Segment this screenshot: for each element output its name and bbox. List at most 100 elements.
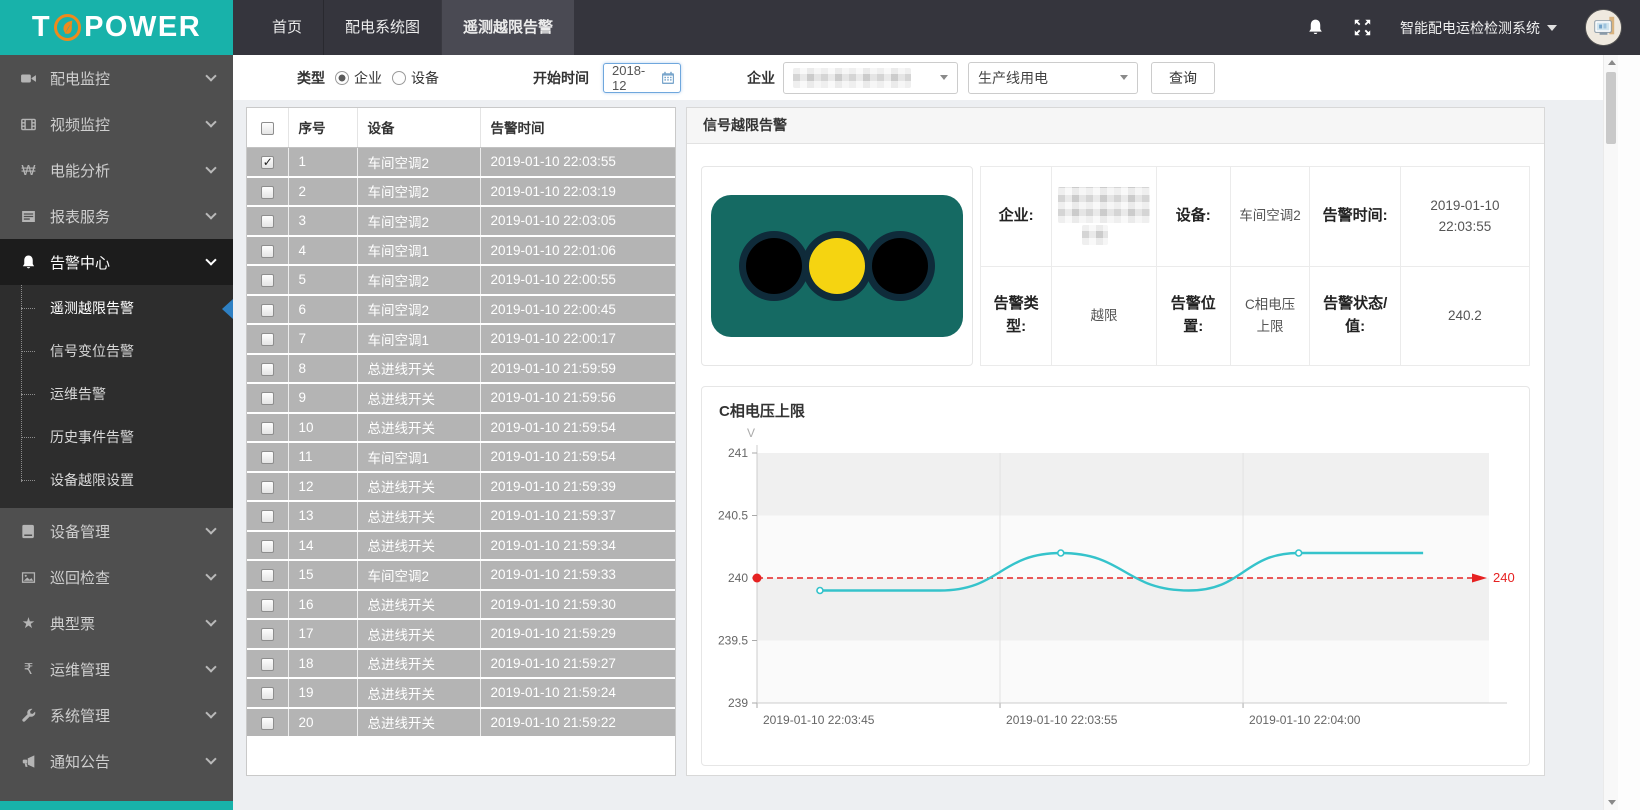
sidebar-item[interactable]: 视频监控 bbox=[0, 101, 233, 147]
query-button[interactable]: 查询 bbox=[1151, 62, 1215, 94]
table-row[interactable]: 1车间空调22019-01-10 22:03:55 bbox=[247, 147, 675, 177]
table-row[interactable]: 13总进线开关2019-01-10 21:59:37 bbox=[247, 501, 675, 531]
table-row[interactable]: 4车间空调12019-01-10 22:01:06 bbox=[247, 236, 675, 266]
voltage-chart-card: C相电压上限 V241240.5240239.52392019-01-10 22… bbox=[701, 386, 1530, 766]
row-checkbox[interactable] bbox=[261, 569, 274, 582]
row-device-cell: 总进线开关 bbox=[357, 708, 480, 738]
line-select[interactable]: 生产线用电 bbox=[968, 62, 1138, 94]
row-checkbox[interactable] bbox=[261, 422, 274, 435]
system-title: 智能配电运检检测系统 bbox=[1400, 18, 1540, 38]
info-field-value: 车间空调2 bbox=[1231, 167, 1311, 267]
sidebar-item[interactable]: 设备管理 bbox=[0, 508, 233, 554]
info-field-label: 告警位置: bbox=[1157, 267, 1231, 367]
info-field-value-text: C相电压上限 bbox=[1239, 294, 1302, 337]
sidebar-item-label: 告警中心 bbox=[50, 252, 110, 273]
system-title-menu[interactable]: 智能配电运检检测系统 bbox=[1400, 18, 1557, 38]
table-row[interactable]: 18总进线开关2019-01-10 21:59:27 bbox=[247, 649, 675, 679]
nav-tab[interactable]: 遥测越限告警 bbox=[441, 0, 574, 55]
sidebar-item[interactable]: ₹运维管理 bbox=[0, 646, 233, 692]
row-checkbox[interactable] bbox=[261, 392, 274, 405]
scrollbar-up-arrow[interactable] bbox=[1604, 55, 1619, 70]
row-checkbox[interactable] bbox=[261, 215, 274, 228]
sidebar-subitem[interactable]: 信号变位告警 bbox=[0, 330, 233, 373]
line-select-value: 生产线用电 bbox=[978, 68, 1048, 88]
notification-bell-icon[interactable] bbox=[1306, 18, 1325, 37]
row-number-cell: 3 bbox=[288, 206, 357, 236]
row-checkbox[interactable] bbox=[261, 717, 274, 730]
row-checkbox[interactable] bbox=[261, 274, 274, 287]
table-row[interactable]: 11车间空调12019-01-10 21:59:54 bbox=[247, 442, 675, 472]
sidebar-item[interactable]: ★典型票 bbox=[0, 600, 233, 646]
table-row[interactable]: 17总进线开关2019-01-10 21:59:29 bbox=[247, 619, 675, 649]
row-number-cell: 8 bbox=[288, 354, 357, 384]
y-tick-label: 241 bbox=[728, 446, 748, 460]
table-row[interactable]: 20总进线开关2019-01-10 21:59:22 bbox=[247, 708, 675, 738]
table-row[interactable]: 8总进线开关2019-01-10 21:59:59 bbox=[247, 354, 675, 384]
type-radio[interactable] bbox=[335, 71, 349, 85]
nav-tab[interactable]: 首页 bbox=[251, 0, 323, 55]
type-radio-option[interactable]: 企业 bbox=[335, 68, 382, 88]
table-row[interactable]: 5车间空调22019-01-10 22:00:55 bbox=[247, 265, 675, 295]
rupee-sign-icon: ₹ bbox=[20, 661, 37, 678]
table-row[interactable]: 14总进线开关2019-01-10 21:59:34 bbox=[247, 531, 675, 561]
row-checkbox[interactable] bbox=[261, 540, 274, 553]
scrollbar-thumb[interactable] bbox=[1606, 72, 1616, 144]
row-checkbox-cell bbox=[247, 619, 288, 649]
row-time-cell: 2019-01-10 21:59:24 bbox=[480, 678, 675, 708]
row-checkbox[interactable] bbox=[261, 156, 274, 169]
y-tick-label: 240 bbox=[728, 571, 748, 585]
row-checkbox[interactable] bbox=[261, 510, 274, 523]
sidebar-subitem[interactable]: 遥测越限告警 bbox=[0, 287, 233, 330]
row-checkbox[interactable] bbox=[261, 451, 274, 464]
row-checkbox[interactable] bbox=[261, 245, 274, 258]
sidebar-item[interactable]: 通知公告 bbox=[0, 738, 233, 784]
type-radio[interactable] bbox=[392, 71, 406, 85]
sidebar-subitem[interactable]: 设备越限设置 bbox=[0, 459, 233, 502]
sidebar-submenu: 遥测越限告警信号变位告警运维告警历史事件告警设备越限设置 bbox=[0, 285, 233, 508]
avatar[interactable] bbox=[1585, 9, 1622, 46]
scrollbar-down-arrow[interactable] bbox=[1604, 795, 1619, 810]
row-checkbox[interactable] bbox=[261, 658, 274, 671]
table-row[interactable]: 10总进线开关2019-01-10 21:59:54 bbox=[247, 413, 675, 443]
sidebar-item[interactable]: 巡回检查 bbox=[0, 554, 233, 600]
row-checkbox[interactable] bbox=[261, 304, 274, 317]
row-device-cell: 车间空调2 bbox=[357, 177, 480, 207]
start-time-input[interactable]: 2018-12 bbox=[603, 63, 681, 93]
sidebar-item[interactable]: 报表服务 bbox=[0, 193, 233, 239]
row-checkbox[interactable] bbox=[261, 363, 274, 376]
brand-logo[interactable]: T POWER bbox=[0, 0, 233, 55]
fullscreen-icon[interactable] bbox=[1353, 18, 1372, 37]
type-radio-option[interactable]: 设备 bbox=[392, 68, 439, 88]
row-device-cell: 车间空调2 bbox=[357, 295, 480, 325]
table-row[interactable]: 6车间空调22019-01-10 22:00:45 bbox=[247, 295, 675, 325]
traffic-light-off bbox=[872, 238, 928, 294]
sidebar-subitem[interactable]: 运维告警 bbox=[0, 373, 233, 416]
logo-text-suffix: POWER bbox=[84, 11, 201, 44]
row-checkbox[interactable] bbox=[261, 599, 274, 612]
row-device-cell: 总进线开关 bbox=[357, 531, 480, 561]
table-row[interactable]: 7车间空调12019-01-10 22:00:17 bbox=[247, 324, 675, 354]
sidebar-item[interactable]: ₩电能分析 bbox=[0, 147, 233, 193]
row-checkbox[interactable] bbox=[261, 628, 274, 641]
sidebar-item[interactable]: 告警中心 bbox=[0, 239, 233, 285]
table-row[interactable]: 16总进线开关2019-01-10 21:59:30 bbox=[247, 590, 675, 620]
table-row[interactable]: 9总进线开关2019-01-10 21:59:56 bbox=[247, 383, 675, 413]
row-checkbox[interactable] bbox=[261, 481, 274, 494]
calendar-icon[interactable] bbox=[661, 71, 675, 85]
limit-line-start-dot bbox=[753, 574, 762, 583]
row-checkbox[interactable] bbox=[261, 186, 274, 199]
enterprise-select[interactable] bbox=[783, 62, 958, 94]
nav-tab[interactable]: 配电系统图 bbox=[323, 0, 441, 55]
table-row[interactable]: 19总进线开关2019-01-10 21:59:24 bbox=[247, 678, 675, 708]
select-all-checkbox[interactable] bbox=[261, 122, 274, 135]
row-checkbox[interactable] bbox=[261, 333, 274, 346]
sidebar-subitem[interactable]: 历史事件告警 bbox=[0, 416, 233, 459]
table-row[interactable]: 15车间空调22019-01-10 21:59:33 bbox=[247, 560, 675, 590]
sidebar-item[interactable]: 配电监控 bbox=[0, 55, 233, 101]
vertical-scrollbar[interactable] bbox=[1603, 55, 1618, 810]
table-row[interactable]: 2车间空调22019-01-10 22:03:19 bbox=[247, 177, 675, 207]
sidebar-item[interactable]: 系统管理 bbox=[0, 692, 233, 738]
table-row[interactable]: 12总进线开关2019-01-10 21:59:39 bbox=[247, 472, 675, 502]
table-row[interactable]: 3车间空调22019-01-10 22:03:05 bbox=[247, 206, 675, 236]
row-checkbox[interactable] bbox=[261, 687, 274, 700]
